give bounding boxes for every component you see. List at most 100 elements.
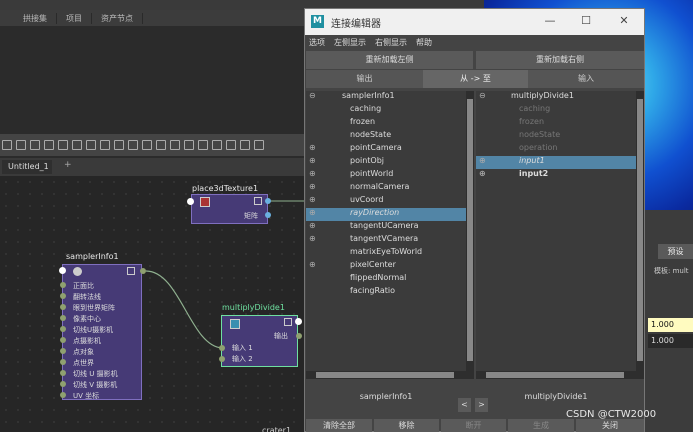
node-output-port[interactable]	[265, 198, 271, 204]
attr-port[interactable]	[60, 392, 66, 398]
list-item[interactable]: ⊕ pointCamera	[306, 143, 466, 156]
node-input-port[interactable]	[187, 198, 194, 205]
list-item-root[interactable]: ⊖ multiplyDivide1	[476, 91, 636, 104]
expand-icon[interactable]: ⊕	[309, 156, 316, 165]
node-place3dtexture[interactable]: 矩阵	[191, 194, 268, 224]
list-item[interactable]: nodeState	[306, 130, 466, 143]
output-tab[interactable]: 输出	[306, 70, 423, 88]
expand-icon[interactable]: ⊖	[479, 91, 486, 100]
minimize-icon[interactable]: —	[541, 13, 559, 29]
panel-tab-sets[interactable]: 拱接集	[14, 12, 57, 24]
right-attribute-list[interactable]: ⊖ multiplyDivide1 caching frozen nodeStat…	[476, 91, 636, 379]
panel-tab-assets[interactable]: 资产节点	[92, 12, 143, 24]
attr-port[interactable]	[219, 356, 225, 362]
scrollbar-thumb[interactable]	[316, 372, 454, 378]
left-attribute-list[interactable]: ⊖ samplerInfo1 caching frozen nodeState ⊕…	[306, 91, 466, 379]
close-icon[interactable]: ✕	[615, 13, 633, 29]
list-item[interactable]: matrixEyeToWorld	[306, 247, 466, 260]
break-button[interactable]: 断开	[441, 419, 506, 432]
expand-icon[interactable]: ⊕	[309, 182, 316, 191]
list-item-selected[interactable]: ⊕ rayDirection	[306, 208, 466, 221]
toolbar-icon[interactable]	[156, 140, 166, 150]
attr-port[interactable]	[60, 304, 66, 310]
toolbar-icon[interactable]	[2, 140, 12, 150]
toolbar-icon[interactable]	[16, 140, 26, 150]
toolbar-icon[interactable]	[100, 140, 110, 150]
attr-port[interactable]	[296, 333, 302, 339]
node-menu-icon[interactable]	[284, 318, 292, 326]
toolbar-icon[interactable]	[212, 140, 222, 150]
from-to-mode[interactable]: 从 -> 至	[423, 70, 528, 88]
panel-tab-project[interactable]: 项目	[57, 12, 92, 24]
add-tab-button[interactable]: +	[64, 160, 72, 170]
reload-right-button[interactable]: 重新加载右侧	[476, 51, 644, 69]
toolbar-icon[interactable]	[86, 140, 96, 150]
attr-port[interactable]	[60, 282, 66, 288]
list-item[interactable]: ⊕ input2	[476, 169, 636, 182]
node-output-port[interactable]	[265, 212, 271, 218]
menu-help[interactable]: 帮助	[416, 35, 432, 50]
list-item-selected[interactable]: ⊕ input1	[476, 156, 636, 169]
expand-icon[interactable]: ⊕	[309, 260, 316, 269]
right-vertical-scrollbar[interactable]	[636, 91, 644, 379]
expand-icon[interactable]: ⊕	[479, 169, 486, 178]
attr-port[interactable]	[60, 337, 66, 343]
attr-port[interactable]	[60, 370, 66, 376]
maximize-icon[interactable]: ☐	[577, 13, 595, 29]
dialog-titlebar[interactable]: M 连接编辑器 — ☐ ✕	[305, 9, 644, 35]
attr-port[interactable]	[60, 293, 66, 299]
toolbar-icon[interactable]	[142, 140, 152, 150]
input-tab[interactable]: 输入	[528, 70, 644, 88]
left-horizontal-scrollbar[interactable]	[306, 371, 466, 379]
nav-left-button[interactable]: <	[458, 398, 471, 412]
node-graph[interactable]: place3dTexture1 矩阵 samplerInfo1 正面比 翻转法线…	[0, 176, 304, 432]
attr-port[interactable]	[60, 315, 66, 321]
node-menu-icon[interactable]	[254, 197, 262, 205]
right-horizontal-scrollbar[interactable]	[476, 371, 636, 379]
expand-icon[interactable]: ⊕	[309, 195, 316, 204]
node-menu-icon[interactable]	[127, 267, 135, 275]
attr-port[interactable]	[60, 348, 66, 354]
toolbar-icon[interactable]	[170, 140, 180, 150]
expand-icon[interactable]: ⊖	[309, 91, 316, 100]
toolbar-icon[interactable]	[184, 140, 194, 150]
attr-port[interactable]	[60, 381, 66, 387]
toolbar-icon[interactable]	[128, 140, 138, 150]
attr-port[interactable]	[219, 345, 225, 351]
menu-options[interactable]: 选项	[309, 35, 325, 50]
list-item[interactable]: ⊕ pointWorld	[306, 169, 466, 182]
toolbar-icon[interactable]	[114, 140, 124, 150]
expand-icon[interactable]: ⊕	[309, 234, 316, 243]
node-input-port[interactable]	[59, 267, 66, 274]
scrollbar-thumb[interactable]	[486, 372, 624, 378]
close-button[interactable]: 关闭	[576, 419, 644, 432]
clear-all-button[interactable]: 清除全部	[306, 419, 372, 432]
list-item[interactable]: flippedNormal	[306, 273, 466, 286]
expand-icon[interactable]: ⊕	[309, 208, 316, 217]
list-item[interactable]: facingRatio	[306, 286, 466, 299]
node-output-port[interactable]	[295, 318, 302, 325]
list-item[interactable]: ⊕ uvCoord	[306, 195, 466, 208]
node-output-port[interactable]	[140, 268, 146, 274]
list-item[interactable]: caching	[306, 104, 466, 117]
node-samplerinfo[interactable]: 正面比 翻转法线 眼到世界矩阵 像素中心 切线U摄影机 点摄影机 点对象 点世界…	[62, 264, 142, 400]
left-vertical-scrollbar[interactable]	[466, 91, 474, 379]
toolbar-icon[interactable]	[72, 140, 82, 150]
toolbar-icon[interactable]	[240, 140, 250, 150]
node-multiplydivide[interactable]: 输出 输入 1 输入 2	[221, 315, 298, 367]
attr-port[interactable]	[60, 326, 66, 332]
make-button[interactable]: 生成	[508, 419, 574, 432]
toolbar-icon[interactable]	[58, 140, 68, 150]
list-item[interactable]: ⊕ tangentVCamera	[306, 234, 466, 247]
list-item[interactable]: ⊕ tangentUCamera	[306, 221, 466, 234]
remove-button[interactable]: 移除	[374, 419, 439, 432]
list-item[interactable]: frozen	[306, 117, 466, 130]
list-item[interactable]: ⊕ pointObj	[306, 156, 466, 169]
list-item[interactable]: ⊕ pixelCenter	[306, 260, 466, 273]
scrollbar-thumb[interactable]	[637, 99, 643, 361]
toolbar-icon[interactable]	[254, 140, 264, 150]
value-field[interactable]: 1.000	[648, 334, 693, 348]
list-item[interactable]: ⊕ normalCamera	[306, 182, 466, 195]
attr-port[interactable]	[60, 359, 66, 365]
preset-button[interactable]: 预设	[658, 244, 693, 259]
